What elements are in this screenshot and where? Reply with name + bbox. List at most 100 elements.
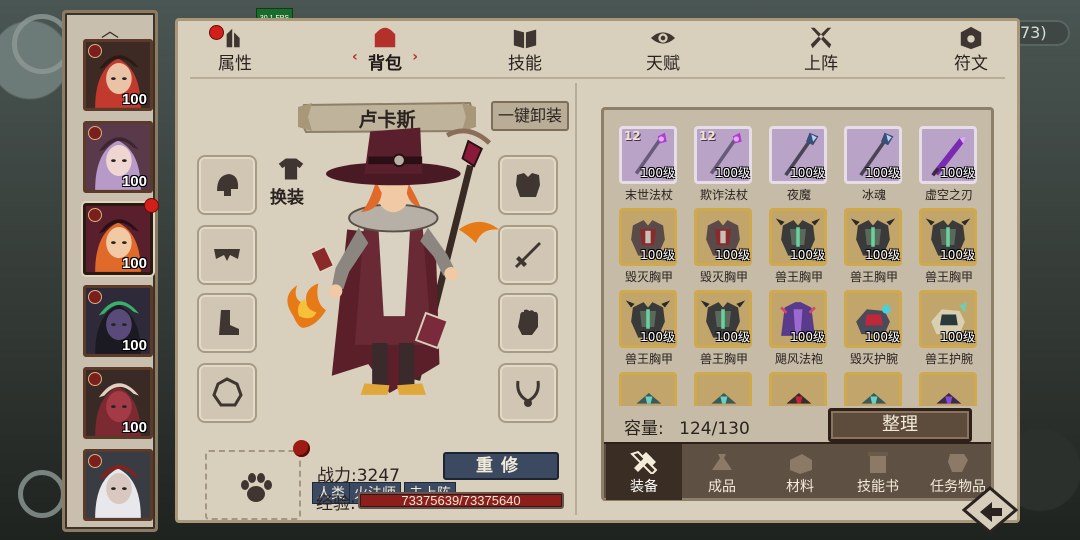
inventory-item[interactable]: 100级 毁灭护腕	[841, 290, 916, 374]
item-name: 兽王胸甲	[774, 270, 823, 284]
tab-backpack[interactable]: 背包 ‹ ›	[350, 21, 420, 77]
item-name: 冰魂	[861, 188, 886, 202]
item-level: 100级	[790, 248, 825, 262]
ring-slot[interactable]	[197, 363, 257, 423]
helmet-slot-icon	[217, 174, 239, 196]
hero-card[interactable]	[83, 449, 153, 521]
inventory-item[interactable]: 12 100级欺诈法杖	[691, 126, 766, 210]
sort-button[interactable]: 整理	[828, 408, 972, 442]
inventory-item[interactable]: 12 100级 末世法杖	[616, 126, 691, 210]
tab-rune[interactable]: 符文	[936, 21, 1006, 77]
item-name: 毁灭胸甲	[624, 270, 673, 284]
item-level: 100级	[865, 248, 900, 262]
inventory-grid[interactable]: 12 100级 末世法杖 12 100级 欺诈法杖 100级 夜魔 100级 冰魂 100级 虚空之刃…	[616, 126, 986, 406]
backpack-icon	[374, 27, 396, 48]
item-frame	[919, 372, 977, 406]
item-name: 欺诈法杖	[699, 188, 748, 202]
item-level: 100级	[715, 248, 750, 262]
inventory-tab-label: 装备	[630, 479, 658, 495]
belt-slot[interactable]	[197, 225, 257, 285]
item-level: 100级	[640, 330, 675, 344]
item-name: 飓风法袍	[774, 352, 823, 366]
capacity-label: 容量:	[624, 419, 664, 439]
hero-card[interactable]: 100	[83, 121, 153, 193]
inventory-tab-label: 材料	[786, 479, 814, 495]
item-level: 100级	[790, 330, 825, 344]
tab-label: 上阵	[804, 54, 838, 74]
item-enhance-level: 12	[624, 129, 641, 143]
hero-card[interactable]: 100	[83, 285, 153, 357]
capacity-value: 124/130	[679, 419, 750, 439]
item-level: 100级	[715, 330, 750, 344]
hero-level: 100	[121, 173, 147, 190]
rune-icon	[960, 26, 982, 50]
inventory-item[interactable]	[616, 372, 691, 406]
inventory-item[interactable]: 100级 兽王胸甲	[841, 208, 916, 292]
inventory-item[interactable]: 100级毁灭胸甲	[616, 208, 691, 292]
item-frame	[694, 372, 752, 406]
hero-card[interactable]: 100	[83, 203, 153, 275]
inventory-item[interactable]	[766, 372, 841, 406]
background-ring-decoration	[18, 470, 66, 518]
tab-label: 背包	[368, 54, 402, 74]
item-frame: 12 100级	[694, 126, 752, 184]
helmet-slot[interactable]	[197, 155, 257, 215]
paw-icon	[241, 473, 272, 502]
combat-power: 战力:3247	[317, 466, 400, 486]
item-name: 夜魔	[786, 188, 811, 202]
item-level: 100级	[715, 166, 750, 180]
item-frame	[769, 372, 827, 406]
item-frame: 100级	[619, 208, 677, 266]
inventory-item[interactable]: 100级 兽王护腕	[916, 290, 986, 374]
item-name: 兽王胸甲	[699, 352, 748, 366]
rebuild-button[interactable]: 重修	[443, 452, 559, 480]
inventory-item[interactable]: 100级 兽王胸甲	[616, 290, 691, 374]
inventory-item[interactable]	[691, 372, 766, 406]
inventory-tab-skill-scroll[interactable]: 技能书	[840, 444, 916, 500]
hero-level: 100	[121, 419, 147, 436]
inventory-item[interactable]	[916, 372, 986, 406]
inventory-item[interactable]: 100级 兽王胸甲	[916, 208, 986, 292]
class-badge-icon	[88, 44, 102, 58]
inventory-item[interactable]: 100级夜魔	[766, 126, 841, 210]
inventory-item[interactable]: 100级 冰魂	[841, 126, 916, 210]
tab-label: 技能	[508, 54, 542, 74]
tab-talent-eye[interactable]: 天赋	[628, 21, 698, 77]
skill-scroll-icon	[868, 452, 888, 473]
inventory-tab-equipment-hammer[interactable]: 装备	[606, 444, 682, 500]
inventory-item[interactable]: 100级兽王胸甲	[766, 208, 841, 292]
item-frame	[619, 372, 677, 406]
inventory-tab-product-bag[interactable]: 成品	[684, 444, 760, 500]
item-frame: 100级	[919, 208, 977, 266]
inventory-item[interactable]: 100级兽王胸甲	[691, 290, 766, 374]
hero-card[interactable]: 100	[83, 39, 153, 111]
boots-slot[interactable]	[197, 293, 257, 353]
item-frame: 100级	[769, 126, 827, 184]
panel-divider	[575, 83, 577, 515]
item-level: 100级	[940, 248, 975, 262]
item-frame: 100级	[694, 290, 752, 348]
exp-value: 73375639/73375640	[401, 493, 521, 508]
item-level: 100级	[790, 166, 825, 180]
inventory-item[interactable]: 100级 毁灭胸甲	[691, 208, 766, 292]
selected-marker-left-icon: ‹	[352, 49, 358, 65]
item-frame: 100级	[769, 290, 827, 348]
item-level: 100级	[865, 330, 900, 344]
hero-list[interactable]: ︿ ﹀ 100100100100100	[62, 10, 158, 532]
pet-slot[interactable]	[205, 450, 301, 520]
partial-purple-item-icon	[936, 393, 962, 404]
tab-stats[interactable]: 属性	[200, 21, 270, 77]
inventory-item[interactable]: 100级飓风法袍	[766, 290, 841, 374]
partial-teal-item-icon	[861, 393, 887, 404]
inventory-panel: 12 100级 末世法杖 12 100级 欺诈法杖 100级 夜魔 100级 冰魂 100级 虚空之刃…	[601, 107, 994, 501]
tab-skill-book[interactable]: 技能	[490, 21, 560, 77]
quest-item-icon	[948, 454, 968, 472]
notification-dot	[210, 26, 223, 39]
return-arrow-icon[interactable]	[962, 486, 1018, 534]
tab-crossed-swords[interactable]: 上阵	[786, 21, 856, 77]
inventory-item[interactable]	[841, 372, 916, 406]
ring-slot-icon	[212, 377, 243, 407]
hero-card[interactable]: 100	[83, 367, 153, 439]
inventory-item[interactable]: 100级 虚空之刃	[916, 126, 986, 210]
inventory-tab-material-block[interactable]: 材料	[762, 444, 838, 500]
